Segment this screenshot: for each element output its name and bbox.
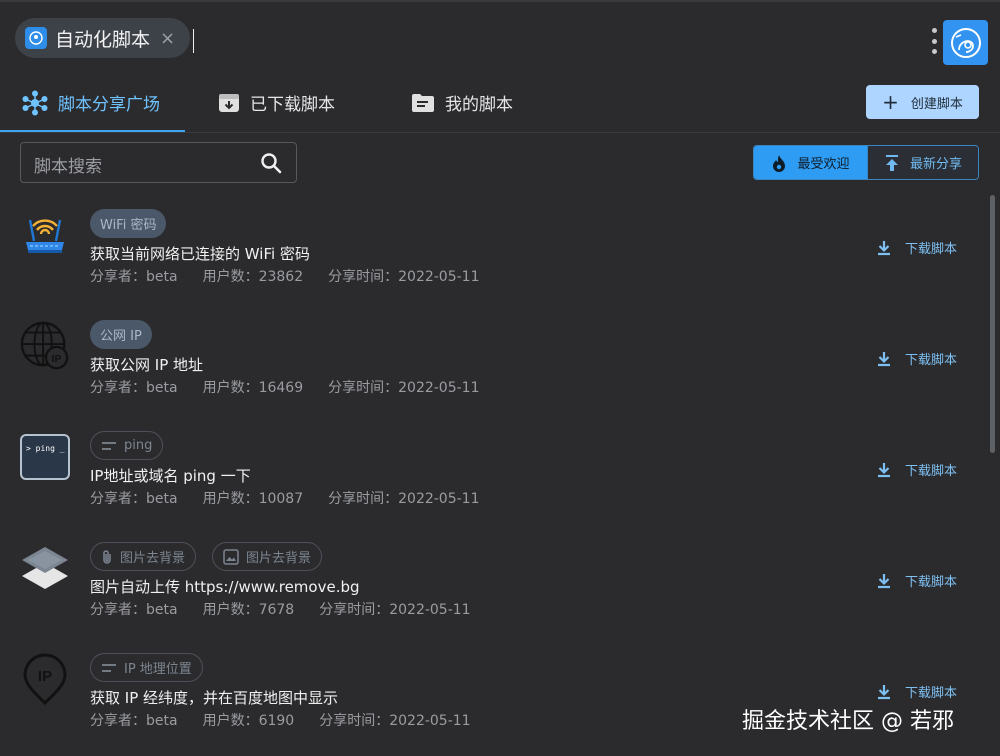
tag[interactable]: IP 地理位置 bbox=[90, 653, 203, 682]
flame-icon bbox=[771, 154, 787, 172]
header: 自动化脚本 × bbox=[0, 3, 1000, 73]
list-item[interactable]: IP 公网 IP 获取公网 IP 地址 分享者：beta 用户数：16469 分享时… bbox=[0, 301, 990, 412]
script-name: 获取 IP 经纬度，并在百度地图中显示 bbox=[90, 689, 339, 707]
share-time: 分享时间：2022-05-11 bbox=[328, 491, 480, 507]
share-time: 分享时间：2022-05-11 bbox=[319, 602, 471, 618]
download-icon bbox=[876, 351, 892, 367]
sharer: 分享者：beta bbox=[90, 380, 178, 396]
more-menu-icon[interactable] bbox=[931, 28, 937, 54]
app-title-chip[interactable]: 自动化脚本 × bbox=[15, 18, 190, 58]
download-icon bbox=[876, 240, 892, 256]
search-placeholder: 脚本搜索 bbox=[34, 157, 102, 177]
share-time: 分享时间：2022-05-11 bbox=[328, 380, 480, 396]
text-cursor bbox=[193, 29, 194, 53]
script-meta: 分享者：beta 用户数：10087 分享时间：2022-05-11 bbox=[90, 488, 505, 508]
search-input[interactable]: 脚本搜索 bbox=[20, 142, 297, 183]
sharer: 分享者：beta bbox=[90, 491, 178, 507]
sharer: 分享者：beta bbox=[90, 713, 178, 729]
user-count: 用户数：10087 bbox=[202, 491, 304, 507]
sharer: 分享者：beta bbox=[90, 602, 178, 618]
download-button[interactable]: 下载脚本 bbox=[876, 349, 957, 368]
hub-icon bbox=[22, 90, 48, 116]
globe-ip-icon: IP bbox=[20, 321, 70, 371]
search-icon[interactable] bbox=[260, 152, 282, 178]
tag[interactable]: 公网 IP bbox=[90, 320, 152, 349]
scrollbar[interactable] bbox=[990, 195, 995, 453]
text-lines-icon bbox=[101, 663, 117, 673]
tag[interactable]: 图片去背景 bbox=[212, 542, 323, 571]
user-count: 用户数：6190 bbox=[202, 713, 295, 729]
sharer: 分享者：beta bbox=[90, 269, 178, 285]
window-top-border bbox=[0, 0, 1000, 2]
layers-icon bbox=[20, 543, 70, 593]
text-lines-icon bbox=[101, 441, 117, 451]
create-script-button[interactable]: + 创建脚本 bbox=[866, 85, 979, 119]
user-count: 用户数：16469 bbox=[202, 380, 304, 396]
tag[interactable]: WiFi 密码 bbox=[90, 209, 167, 238]
script-meta: 分享者：beta 用户数：16469 分享时间：2022-05-11 bbox=[90, 377, 505, 397]
router-icon bbox=[20, 210, 70, 260]
script-name: 获取当前网络已连接的 WiFi 密码 bbox=[90, 245, 310, 263]
sort-popular-button[interactable]: 最受欢迎 bbox=[754, 146, 867, 179]
upload-top-icon bbox=[884, 154, 900, 172]
script-meta: 分享者：beta 用户数：23862 分享时间：2022-05-11 bbox=[90, 266, 505, 286]
download-button[interactable]: 下载脚本 bbox=[876, 238, 957, 257]
list-item[interactable]: 图片去背景 图片去背景 图片自动上传 https://www.remove.bg… bbox=[0, 523, 990, 634]
svg-text:IP: IP bbox=[52, 353, 62, 365]
user-count: 用户数：23862 bbox=[202, 269, 304, 285]
close-icon[interactable]: × bbox=[160, 28, 175, 49]
watermark: 掘金技术社区 @ 若邪 bbox=[742, 709, 954, 734]
terminal-text: > ping _ bbox=[26, 444, 65, 453]
plus-icon: + bbox=[882, 90, 899, 114]
script-meta: 分享者：beta 用户数：7678 分享时间：2022-05-11 bbox=[90, 599, 496, 619]
sort-newest-button[interactable]: 最新分享 bbox=[866, 146, 978, 179]
active-tab-indicator bbox=[0, 130, 185, 132]
terminal-icon: > ping _ bbox=[20, 432, 70, 482]
tab-label: 脚本分享广场 bbox=[58, 95, 160, 115]
script-name: 图片自动上传 https://www.remove.bg bbox=[90, 578, 360, 596]
archive-icon bbox=[218, 92, 240, 114]
tab-bar: 脚本分享广场 已下载脚本 我的脚本 + 创建脚本 bbox=[0, 73, 1000, 133]
tab-my-scripts[interactable]: 我的脚本 bbox=[411, 73, 513, 132]
tab-share-square[interactable]: 脚本分享广场 bbox=[22, 73, 160, 132]
user-count: 用户数：7678 bbox=[202, 602, 295, 618]
download-icon bbox=[876, 684, 892, 700]
location-ip-icon: IP bbox=[20, 653, 70, 705]
folder-icon bbox=[411, 92, 435, 114]
attachment-icon bbox=[101, 549, 113, 565]
image-icon bbox=[223, 548, 239, 565]
list-item[interactable]: WiFi 密码 获取当前网络已连接的 WiFi 密码 分享者：beta 用户数：2… bbox=[0, 190, 990, 301]
avatar[interactable] bbox=[943, 20, 988, 65]
tag[interactable]: ping bbox=[90, 431, 164, 460]
download-button[interactable]: 下载脚本 bbox=[876, 682, 957, 701]
download-icon bbox=[876, 462, 892, 478]
app-title: 自动化脚本 bbox=[55, 28, 151, 51]
svg-text:IP: IP bbox=[38, 668, 52, 685]
sort-toggle: 最受欢迎 最新分享 bbox=[753, 145, 979, 180]
app-logo-icon bbox=[25, 27, 47, 49]
tag[interactable]: 图片去背景 bbox=[90, 542, 197, 571]
download-button[interactable]: 下载脚本 bbox=[876, 460, 957, 479]
download-icon bbox=[876, 573, 892, 589]
share-time: 分享时间：2022-05-11 bbox=[319, 713, 471, 729]
script-name: 获取公网 IP 地址 bbox=[90, 356, 204, 374]
script-name: IP地址或域名 ping 一下 bbox=[90, 467, 251, 485]
share-time: 分享时间：2022-05-11 bbox=[328, 269, 480, 285]
tab-downloaded[interactable]: 已下载脚本 bbox=[218, 73, 335, 132]
tab-label: 已下载脚本 bbox=[250, 95, 335, 115]
tab-label: 我的脚本 bbox=[445, 95, 513, 115]
script-meta: 分享者：beta 用户数：6190 分享时间：2022-05-11 bbox=[90, 710, 496, 730]
download-button[interactable]: 下载脚本 bbox=[876, 571, 957, 590]
list-item[interactable]: > ping _ ping IP地址或域名 ping 一下 分享者：beta 用户… bbox=[0, 412, 990, 523]
